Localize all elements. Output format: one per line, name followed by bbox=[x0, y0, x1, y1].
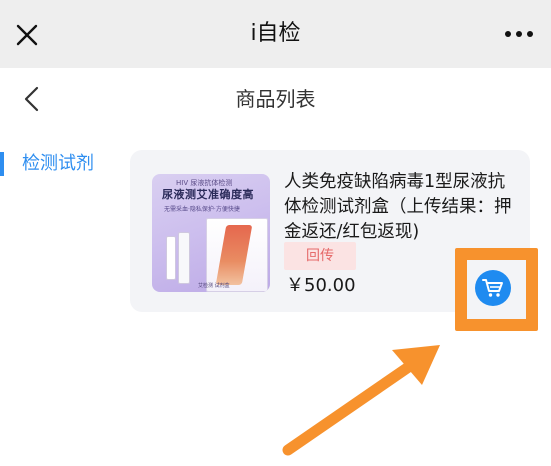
annotation-arrow bbox=[282, 345, 440, 456]
